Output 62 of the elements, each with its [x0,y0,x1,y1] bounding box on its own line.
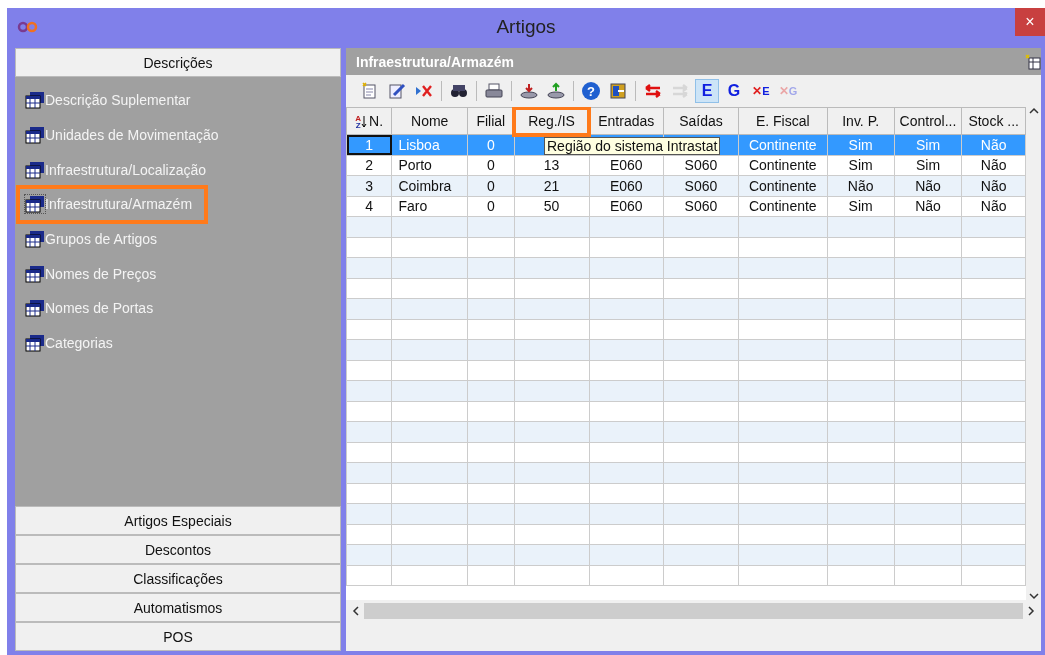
table-cell: Continente [738,155,828,176]
table-cell: Não [894,196,962,217]
table-icon [25,264,45,283]
door-icon [608,82,628,100]
table-settings-icon[interactable] [1025,53,1041,70]
printer-icon [484,82,504,100]
column-header[interactable]: Saídas [663,107,739,135]
column-header[interactable]: E. Fiscal [738,107,828,135]
toggle-button[interactable]: E [695,79,719,103]
table-cell: Sim [827,196,895,217]
table-cell: 2 [346,155,392,176]
table-icon [25,91,45,110]
binoculars-icon [449,82,469,100]
column-header[interactable]: Nome [391,107,468,135]
table-cell: Continente [738,196,828,217]
table-cell: Porto [391,155,468,176]
table-cell: Não [961,155,1026,176]
table-cell: Não [961,196,1026,217]
table-cell: E060 [589,196,664,217]
table-cell: Sim [894,155,962,176]
section-button[interactable]: Automatismos [15,593,341,622]
table-icon [25,230,45,249]
column-header[interactable]: Control... [894,107,962,135]
swap-arrows-icon [643,82,663,100]
scroll-down-icon[interactable] [1028,592,1039,600]
table-cell: 4 [346,196,392,217]
section-button[interactable]: Classificações [15,564,341,593]
tooltip: Região do sistema Intrastat [544,137,721,155]
column-header[interactable]: Filial [467,107,514,135]
table-cell: 50 [514,196,590,217]
up-arrow-icon [546,82,566,100]
pencil-icon [387,82,407,100]
panel-title: Infraestrutura/Armazém [356,53,514,70]
table-cell: Sim [827,155,895,176]
table-icon [25,195,45,214]
section-button[interactable]: Descontos [15,535,341,564]
toggle-button[interactable]: G [722,79,746,103]
table-cell: 0 [467,155,514,176]
scroll-up-icon[interactable] [1028,107,1039,115]
table-icon [25,160,45,179]
column-header[interactable]: Inv. P. [827,107,895,135]
table-cell: 1 [346,134,392,155]
table-cell: S060 [663,196,739,217]
infinity-logo-icon [17,21,39,33]
column-header[interactable]: Entradas [589,107,664,135]
section-button[interactable]: Artigos Especiais [15,506,341,535]
right-arrows-icon [670,82,690,100]
table-icon [25,334,45,353]
table-icon [25,126,45,145]
table-icon [25,299,45,318]
table-cell: 3 [346,175,392,196]
column-header[interactable]: Reg./IS [514,107,590,135]
table-cell: Faro [391,196,468,217]
column-header[interactable]: Stock ... [961,107,1026,135]
table-cell: 0 [467,196,514,217]
section-button[interactable]: POS [15,622,341,651]
down-arrow-icon [519,82,539,100]
close-button[interactable]: × [1015,8,1045,36]
scroll-right-icon[interactable] [1027,606,1035,616]
window-title: Artigos [495,16,557,38]
section-header[interactable]: Descrições [15,48,341,77]
scroll-left-icon[interactable] [352,606,360,616]
